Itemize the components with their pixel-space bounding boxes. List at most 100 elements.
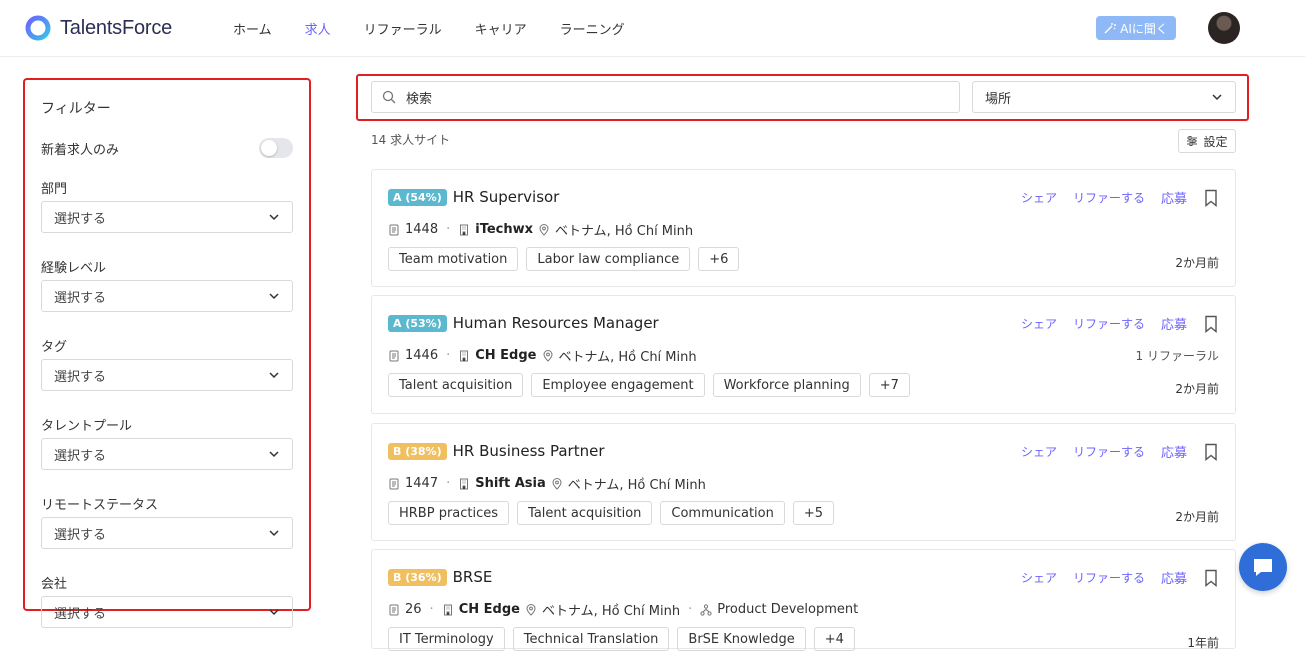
location-select-value: 場所 [985,91,1012,107]
match-badge: A (54%) [388,188,447,206]
match-badge: B (36%) [388,568,447,586]
location-pin-icon [552,477,562,490]
company-select[interactable]: 選択する [41,596,293,628]
ask-ai-button[interactable]: AIに聞く [1096,16,1176,40]
job-department: Product Development [717,602,859,617]
remote-status-select-value: 選択する [54,527,107,543]
posted-ago: 2か月前 [1175,510,1219,524]
skill-tag[interactable]: Communication [660,501,785,525]
location-pin-icon [526,603,536,616]
job-title[interactable]: HR Business Partner [453,442,605,460]
skill-tag[interactable]: +7 [868,373,910,397]
skill-tag[interactable]: Talent acquisition [388,373,524,397]
job-card[interactable]: B (38%) HR Business Partner シェア リファーする 応募 144… [371,423,1236,541]
result-count: 14 求人サイト [371,133,451,147]
job-location: ベトナム, Hồ Chí Minh [555,224,694,239]
job-title[interactable]: Human Resources Manager [453,314,659,332]
refer-link[interactable]: リファーする [1073,189,1145,206]
job-title[interactable]: HR Supervisor [453,188,560,206]
magic-wand-icon [1104,23,1117,34]
logo-mark-icon [25,15,51,41]
job-id: 1448 [405,222,439,237]
share-link[interactable]: シェア [1021,315,1057,332]
apply-link[interactable]: 応募 [1161,188,1187,207]
job-card[interactable]: A (54%) HR Supervisor シェア リファーする 応募 1448 · iTec… [371,169,1236,287]
user-avatar[interactable] [1208,12,1240,44]
nav-career[interactable]: キャリア [475,19,527,38]
job-id: 26 [405,602,422,617]
skill-tag[interactable]: BrSE Knowledge [677,627,806,651]
skill-tag[interactable]: +6 [698,247,740,271]
skill-tag[interactable]: Team motivation [388,247,519,271]
job-card[interactable]: A (53%) Human Resources Manager シェア リファーする応… [371,295,1236,414]
posted-ago: 2か月前 [1175,256,1219,270]
job-id: 1447 [405,476,439,491]
skill-tag[interactable]: +5 [792,501,835,525]
filter-title: フィルター [41,101,111,117]
brand-logo[interactable]: TalentsForce [24,14,172,42]
location-pin-icon [539,223,549,236]
document-icon [389,224,399,235]
org-chart-icon [700,603,712,616]
job-company: Shift Asia [475,476,546,491]
chat-button[interactable] [1239,543,1287,591]
chevron-down-icon [269,372,279,379]
tag-select-value: 選択する [54,369,107,385]
tag-select[interactable]: 選択する [41,359,293,391]
top-header: TalentsForce ホーム 求人 リファーラル キャリア ラーニング AI… [0,0,1305,57]
refer-link[interactable]: リファーする [1073,315,1145,332]
job-location: ベトナム, Hồ Chí Minh [567,478,706,493]
bookmark-icon[interactable] [1203,189,1219,207]
bookmark-icon[interactable] [1203,443,1219,461]
new-only-toggle[interactable] [259,138,293,158]
skill-tag[interactable]: HRBP practices [388,501,510,525]
settings-button[interactable]: 設定 [1178,129,1236,153]
building-icon [460,224,469,235]
job-location: ベトナム, Hồ Chí Minh [558,350,697,365]
share-link[interactable]: シェア [1021,189,1057,206]
nav-jobs[interactable]: 求人 [305,19,331,38]
search-input[interactable]: 検索 [371,81,960,113]
skill-tag[interactable]: Workforce planning [712,373,861,397]
apply-link[interactable]: 応募 [1161,314,1187,333]
skill-tag[interactable]: Talent acquisition [517,501,653,525]
chevron-down-icon [269,530,279,537]
job-title[interactable]: BRSE [453,568,493,586]
talent-pool-select-value: 選択する [54,448,107,464]
skill-tag[interactable]: Labor law compliance [526,247,691,271]
department-select-value: 選択する [54,211,107,227]
building-icon [460,350,469,361]
brand-name: TalentsForce [60,16,173,39]
share-link[interactable]: シェア [1021,569,1057,586]
settings-label: 設定 [1203,134,1228,149]
company-label: 会社 [41,577,68,592]
share-link[interactable]: シェア [1021,443,1057,460]
bookmark-icon[interactable] [1203,569,1219,587]
department-select[interactable]: 選択する [41,201,293,233]
experience-select[interactable]: 選択する [41,280,293,312]
skill-tag[interactable]: Employee engagement [531,373,705,397]
nav-home[interactable]: ホーム [233,19,272,38]
main-nav: ホーム 求人 リファーラル キャリア ラーニング [233,19,658,38]
nav-learning[interactable]: ラーニング [560,19,625,38]
referral-count: 1 リファーラル [1135,349,1219,363]
apply-link[interactable]: 応募 [1161,442,1187,461]
skill-tag[interactable]: IT Terminology [388,627,505,651]
search-placeholder: 検索 [406,91,433,107]
skill-tag[interactable]: +4 [813,627,855,651]
remote-status-select[interactable]: 選択する [41,517,293,549]
bookmark-icon[interactable] [1203,315,1219,333]
talent-pool-select[interactable]: 選択する [41,438,293,470]
location-select[interactable]: 場所 [972,81,1236,113]
apply-link[interactable]: 応募 [1161,568,1187,587]
new-only-row: 新着求人のみ [41,138,293,158]
refer-link[interactable]: リファーする [1073,569,1145,586]
nav-referral[interactable]: リファーラル [364,19,442,38]
sliders-icon [1187,136,1198,146]
chevron-down-icon [269,293,279,300]
skill-tag[interactable]: Technical Translation [512,627,670,651]
building-icon [460,478,469,489]
job-company: iTechwx [475,222,534,237]
refer-link[interactable]: リファーする [1073,443,1145,460]
job-card[interactable]: B (36%) BRSE シェア リファーする 応募 26 · CH Edge ベトナム, Hồ… [371,549,1236,651]
